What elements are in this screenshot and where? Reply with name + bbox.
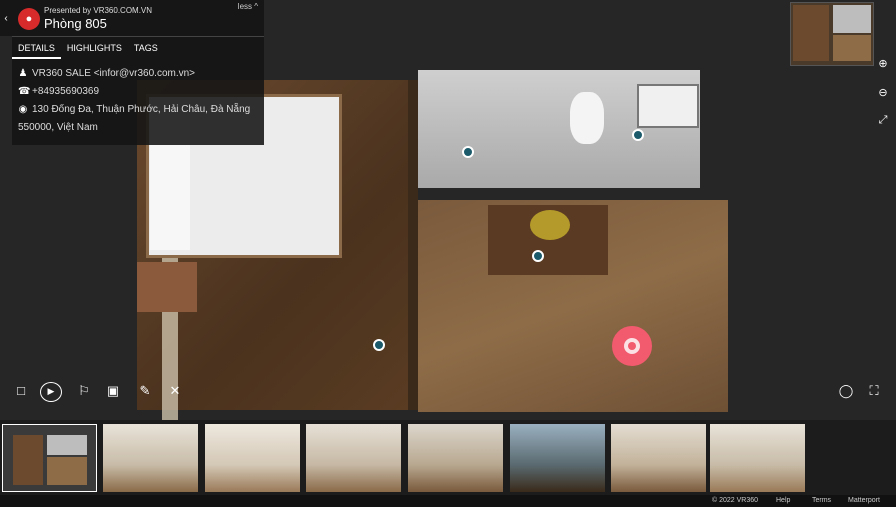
matterport-logo[interactable]: Matterport [848,497,880,504]
help-link[interactable]: Help [776,497,790,504]
presented-by: Presented by VR360.COM.VN [44,6,153,15]
mute-icon[interactable]: ✕ [165,382,185,400]
thumbnail-living-2[interactable] [611,424,706,492]
thumbnail-kitchen[interactable] [710,424,805,492]
zoom-in-icon[interactable]: ⊕ [876,57,890,71]
tab-bar: DETAILS HIGHLIGHTS TAGS [12,36,264,59]
cursor-target-icon [612,326,652,366]
page-title: Phòng 805 [44,16,107,31]
contact-text[interactable]: VR360 SALE <infor@vr360.com.vn> [32,68,195,79]
thumbnail-floorplan[interactable] [2,424,97,492]
wardrobe [137,262,197,312]
minimap-bedroom [793,5,829,61]
sink [637,84,699,128]
measure-icon[interactable]: ✎ [135,382,155,400]
thumbnail-bedroom-3[interactable] [306,424,401,492]
copyright: © 2022 VR360 [712,497,759,504]
terms-link[interactable]: Terms [812,497,831,504]
highlight-reel [0,420,896,495]
play-icon[interactable]: ▶ [40,382,62,402]
address-row-2: 550000, Việt Nam [18,122,98,133]
tab-details[interactable]: DETAILS [12,37,61,59]
thumbnail-bedroom-1[interactable] [103,424,198,492]
brand-logo: ● [18,8,40,30]
dollhouse-icon[interactable]: □ [10,382,32,400]
info-panel: ● Presented by VR360.COM.VN Phòng 805 le… [12,0,264,145]
chevron-left-icon[interactable]: ‹ [0,0,12,36]
less-toggle[interactable]: less ^ [238,2,258,11]
thumbnail-window[interactable] [510,424,605,492]
tab-highlights[interactable]: HIGHLIGHTS [61,37,128,59]
thumbnail-living-1[interactable] [408,424,503,492]
minimap-bathroom [833,5,871,33]
tab-tags[interactable]: TAGS [128,37,164,59]
footer: © 2022 VR360 Help Terms Matterport [0,495,896,507]
zoom-out-icon[interactable]: ⊖ [876,86,890,100]
phone-icon: ☎ [18,86,31,97]
floorplan-icon[interactable]: ▣ [103,382,123,400]
address-row: ◉ 130 Đống Đa, Thuận Phước, Hải Châu, Đà… [18,104,251,115]
sweep-point[interactable] [373,339,385,351]
sweep-point[interactable] [532,250,544,262]
minimap[interactable] [790,2,874,66]
contact-row: ♟ VR360 SALE <infor@vr360.com.vn> [18,68,196,79]
user-icon: ♟ [18,68,28,79]
address-line2: 550000, Việt Nam [18,122,98,133]
sweep-point[interactable] [462,146,474,158]
phone-text[interactable]: +84935690369 [32,86,99,97]
sweep-point[interactable] [632,129,644,141]
minimap-living [833,35,871,61]
toilet [570,92,604,144]
address-line1: 130 Đống Đa, Thuận Phước, Hải Châu, Đà N… [32,104,251,115]
fullscreen-icon[interactable]: ⛶ [864,382,884,400]
location-icon: ◉ [18,104,28,115]
phone-row: ☎ +84935690369 [18,86,99,97]
plant [530,210,570,240]
vr-icon[interactable]: ◯ [836,382,856,400]
expand-icon[interactable]: ⤢ [876,114,890,128]
walk-icon[interactable]: ⚐ [74,382,94,400]
wall-strip [408,80,418,410]
thumbnail-bedroom-2[interactable] [205,424,300,492]
